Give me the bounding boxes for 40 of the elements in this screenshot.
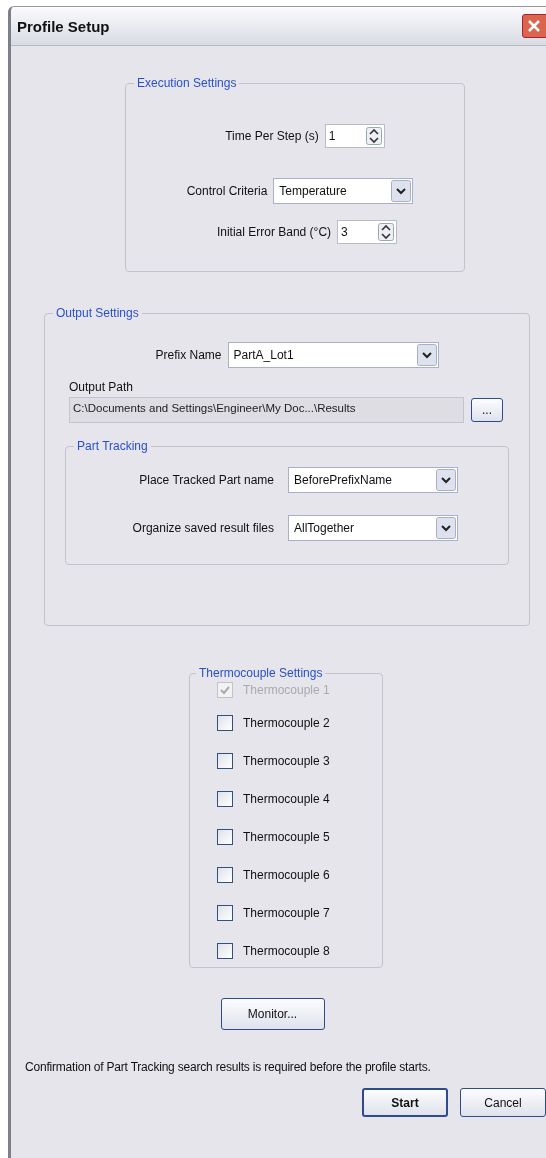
field-label: Prefix Name bbox=[155, 348, 222, 362]
dialog-button[interactable]: Cancel bbox=[460, 1088, 546, 1117]
window-title: Profile Setup bbox=[16, 17, 110, 35]
checkbox[interactable]: Thermocouple 5 bbox=[217, 818, 382, 856]
checkbox[interactable]: Thermocouple 6 bbox=[217, 856, 382, 894]
field-label: Control Criteria bbox=[186, 184, 268, 198]
dropdown[interactable]: Temperature bbox=[273, 178, 414, 204]
field-label: Initial Error Band (°C) bbox=[216, 225, 332, 239]
field-label: Time Per Step (s) bbox=[225, 129, 319, 143]
field-label: Output Path bbox=[69, 380, 135, 394]
browse-button[interactable]: ... bbox=[471, 398, 503, 422]
checkbox[interactable]: Thermocouple 7 bbox=[217, 894, 382, 932]
field-label: Place Tracked Part name bbox=[138, 473, 274, 487]
checkmark-icon bbox=[219, 684, 231, 696]
up-down-icon bbox=[365, 127, 382, 145]
spin-field[interactable]: 3 bbox=[337, 220, 398, 244]
note-text: Confirmation of Part Tracking search results is required before the profile starts. bbox=[25, 1060, 432, 1074]
chevron-down-icon bbox=[391, 180, 412, 202]
up-down-icon bbox=[378, 223, 395, 241]
dropdown[interactable]: PartA_Lot1 bbox=[227, 342, 439, 368]
close-icon bbox=[527, 19, 541, 33]
group-title: Execution Settings bbox=[136, 76, 238, 90]
dropdown[interactable]: AllTogether bbox=[288, 515, 458, 541]
monitor-button[interactable]: Monitor... bbox=[220, 998, 325, 1030]
group-title: Part Tracking bbox=[76, 439, 149, 453]
checkbox[interactable]: Thermocouple 3 bbox=[217, 742, 382, 780]
field-label: Organize saved result files bbox=[131, 521, 274, 535]
checkbox[interactable]: Thermocouple 4 bbox=[217, 780, 382, 818]
checkbox[interactable]: Thermocouple 2 bbox=[217, 704, 382, 742]
path-field[interactable]: C:\Documents and Settings\Engineer\My Doc...\Results bbox=[69, 397, 464, 423]
spin-field[interactable]: 1 bbox=[324, 124, 385, 148]
dialog-button[interactable]: Start bbox=[362, 1088, 448, 1117]
chevron-down-icon bbox=[436, 517, 456, 539]
chevron-down-icon bbox=[416, 344, 437, 366]
group-title: Output Settings bbox=[55, 306, 140, 320]
dropdown[interactable]: BeforePrefixName bbox=[288, 467, 458, 493]
chevron-down-icon bbox=[436, 469, 456, 491]
checkbox[interactable]: Thermocouple 8 bbox=[217, 932, 382, 970]
close-button[interactable] bbox=[522, 14, 546, 38]
group-title: Thermocouple Settings bbox=[198, 666, 324, 680]
